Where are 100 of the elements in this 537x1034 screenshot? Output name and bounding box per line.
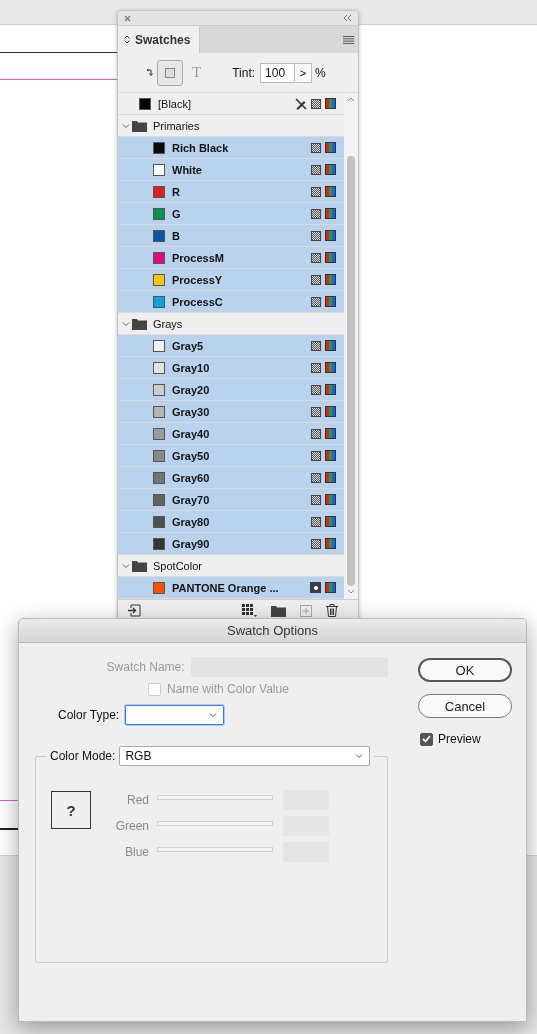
trash-icon[interactable] bbox=[326, 604, 338, 617]
crossed-pencil-icon bbox=[295, 97, 307, 110]
color-mode-icon bbox=[325, 428, 336, 439]
folder-icon bbox=[132, 559, 147, 572]
color-mode-icon bbox=[325, 186, 336, 197]
dot-icon bbox=[310, 582, 321, 593]
dropdown[interactable]: RGB bbox=[119, 746, 371, 766]
swatch-row[interactable]: Gray70 bbox=[118, 489, 344, 511]
color-mode-icon bbox=[325, 164, 336, 175]
swatch-name: ProcessY bbox=[172, 273, 223, 286]
swatch-name: Gray40 bbox=[172, 427, 210, 440]
swatch-name: Gray20 bbox=[172, 383, 210, 396]
color-mode-icon bbox=[325, 252, 336, 263]
checker-icon bbox=[311, 142, 321, 153]
swatch-name: Gray5 bbox=[172, 339, 204, 352]
swatch-row[interactable]: ProcessM bbox=[118, 247, 344, 269]
checker-icon bbox=[311, 208, 321, 219]
menu-icon[interactable] bbox=[343, 35, 354, 44]
swap-arrow-icon[interactable] bbox=[146, 69, 153, 76]
swatch-row[interactable]: ProcessY bbox=[118, 269, 344, 291]
tint-field[interactable]: 100 bbox=[260, 62, 296, 83]
swatch-row[interactable]: R bbox=[118, 181, 344, 203]
swatch-row[interactable]: Gray80 bbox=[118, 511, 344, 533]
scrollbar[interactable] bbox=[344, 93, 358, 599]
color-mode-icon bbox=[325, 98, 336, 109]
color-mode-icon bbox=[325, 362, 336, 373]
checker-icon bbox=[311, 164, 321, 175]
checker-icon bbox=[311, 494, 321, 505]
swatch-row[interactable]: Gray90 bbox=[118, 533, 344, 555]
swatch-row[interactable]: Gray40 bbox=[118, 423, 344, 445]
swatch-name: R bbox=[172, 185, 180, 198]
checker-icon bbox=[311, 274, 321, 285]
color-mode-icon bbox=[325, 142, 336, 153]
group-name: SpotColor bbox=[153, 559, 202, 572]
dialog-button[interactable]: Cancel bbox=[418, 694, 512, 718]
checker-icon bbox=[311, 362, 321, 373]
dialog-button[interactable]: OK bbox=[418, 658, 512, 682]
chevron-icon[interactable] bbox=[355, 753, 364, 759]
checker-icon bbox=[311, 252, 321, 263]
color-mode-icon bbox=[325, 296, 336, 307]
field-label: Swatch Name: bbox=[105, 660, 185, 674]
swatch-row[interactable]: Gray50 bbox=[118, 445, 344, 467]
group-row[interactable]: Primaries bbox=[118, 115, 344, 137]
color-mode-icon bbox=[325, 340, 336, 351]
swatch-name: Gray90 bbox=[172, 537, 210, 550]
swatch-row[interactable]: PANTONE Orange ... bbox=[118, 577, 344, 599]
swatch-row[interactable]: Gray20 bbox=[118, 379, 344, 401]
swatch-name: Gray10 bbox=[172, 361, 210, 374]
group-row[interactable]: Grays bbox=[118, 313, 344, 335]
color-mode-icon bbox=[325, 384, 336, 395]
checkbox[interactable] bbox=[420, 732, 433, 746]
swatch-row[interactable]: B bbox=[118, 225, 344, 247]
swatch-row[interactable]: Gray60 bbox=[118, 467, 344, 489]
swatch-row[interactable]: Gray5 bbox=[118, 335, 344, 357]
swatch-name: ProcessC bbox=[172, 295, 223, 308]
grid-icon[interactable] bbox=[242, 604, 257, 617]
group-name: Grays bbox=[153, 317, 183, 330]
chevron-icon[interactable] bbox=[122, 561, 130, 570]
chevron-icon[interactable] bbox=[122, 121, 130, 130]
swatch-row[interactable]: G bbox=[118, 203, 344, 225]
close-icon[interactable] bbox=[124, 14, 131, 22]
group-row[interactable]: SpotColor bbox=[118, 555, 344, 577]
chevron-icon[interactable] bbox=[122, 319, 130, 328]
swatch-row[interactable]: Gray10 bbox=[118, 357, 344, 379]
swatch-row[interactable]: ProcessC bbox=[118, 291, 344, 313]
color-mode-icon bbox=[325, 230, 336, 241]
color-mode-icon bbox=[325, 538, 336, 549]
swatch-name: PANTONE Orange ... bbox=[172, 581, 279, 594]
color-mode-icon bbox=[325, 406, 336, 417]
checkbox-label: Preview bbox=[438, 732, 481, 746]
import-swatches-icon[interactable] bbox=[128, 604, 141, 617]
folder-icon bbox=[132, 317, 147, 330]
swatch-row[interactable]: Gray30 bbox=[118, 401, 344, 423]
percent-sign: % bbox=[315, 65, 326, 80]
dropdown[interactable] bbox=[125, 705, 225, 725]
channel-label: Green bbox=[114, 819, 149, 833]
checker-icon bbox=[311, 98, 321, 109]
tint-label: Tint: bbox=[232, 65, 256, 80]
swatch-row[interactable]: [Black] bbox=[118, 93, 344, 115]
swatch-name: Gray60 bbox=[172, 471, 210, 484]
checker-icon bbox=[311, 428, 321, 439]
channel-label: Blue bbox=[123, 845, 149, 859]
color-mode-icon bbox=[325, 516, 336, 527]
chevron-icon[interactable] bbox=[209, 712, 218, 718]
checker-icon bbox=[311, 450, 321, 461]
checker-icon bbox=[311, 186, 321, 197]
collapse-icon[interactable] bbox=[343, 15, 352, 21]
color-mode-icon bbox=[325, 208, 336, 219]
swatch-row[interactable]: Rich Black bbox=[118, 137, 344, 159]
panel-tab[interactable]: Swatches bbox=[118, 26, 201, 53]
swatch-name: [Black] bbox=[158, 97, 191, 110]
fill-stroke-toggle[interactable] bbox=[157, 59, 183, 86]
swatch-name: Gray80 bbox=[172, 515, 210, 528]
swatch-row[interactable]: White bbox=[118, 159, 344, 181]
new-swatch-icon[interactable] bbox=[300, 604, 312, 617]
swatch-name: Gray70 bbox=[172, 493, 210, 506]
swatch-name: G bbox=[172, 207, 181, 220]
field-label: Color Mode: bbox=[50, 749, 116, 763]
tint-stepper[interactable]: > bbox=[295, 62, 313, 83]
group-name: Primaries bbox=[153, 119, 200, 132]
